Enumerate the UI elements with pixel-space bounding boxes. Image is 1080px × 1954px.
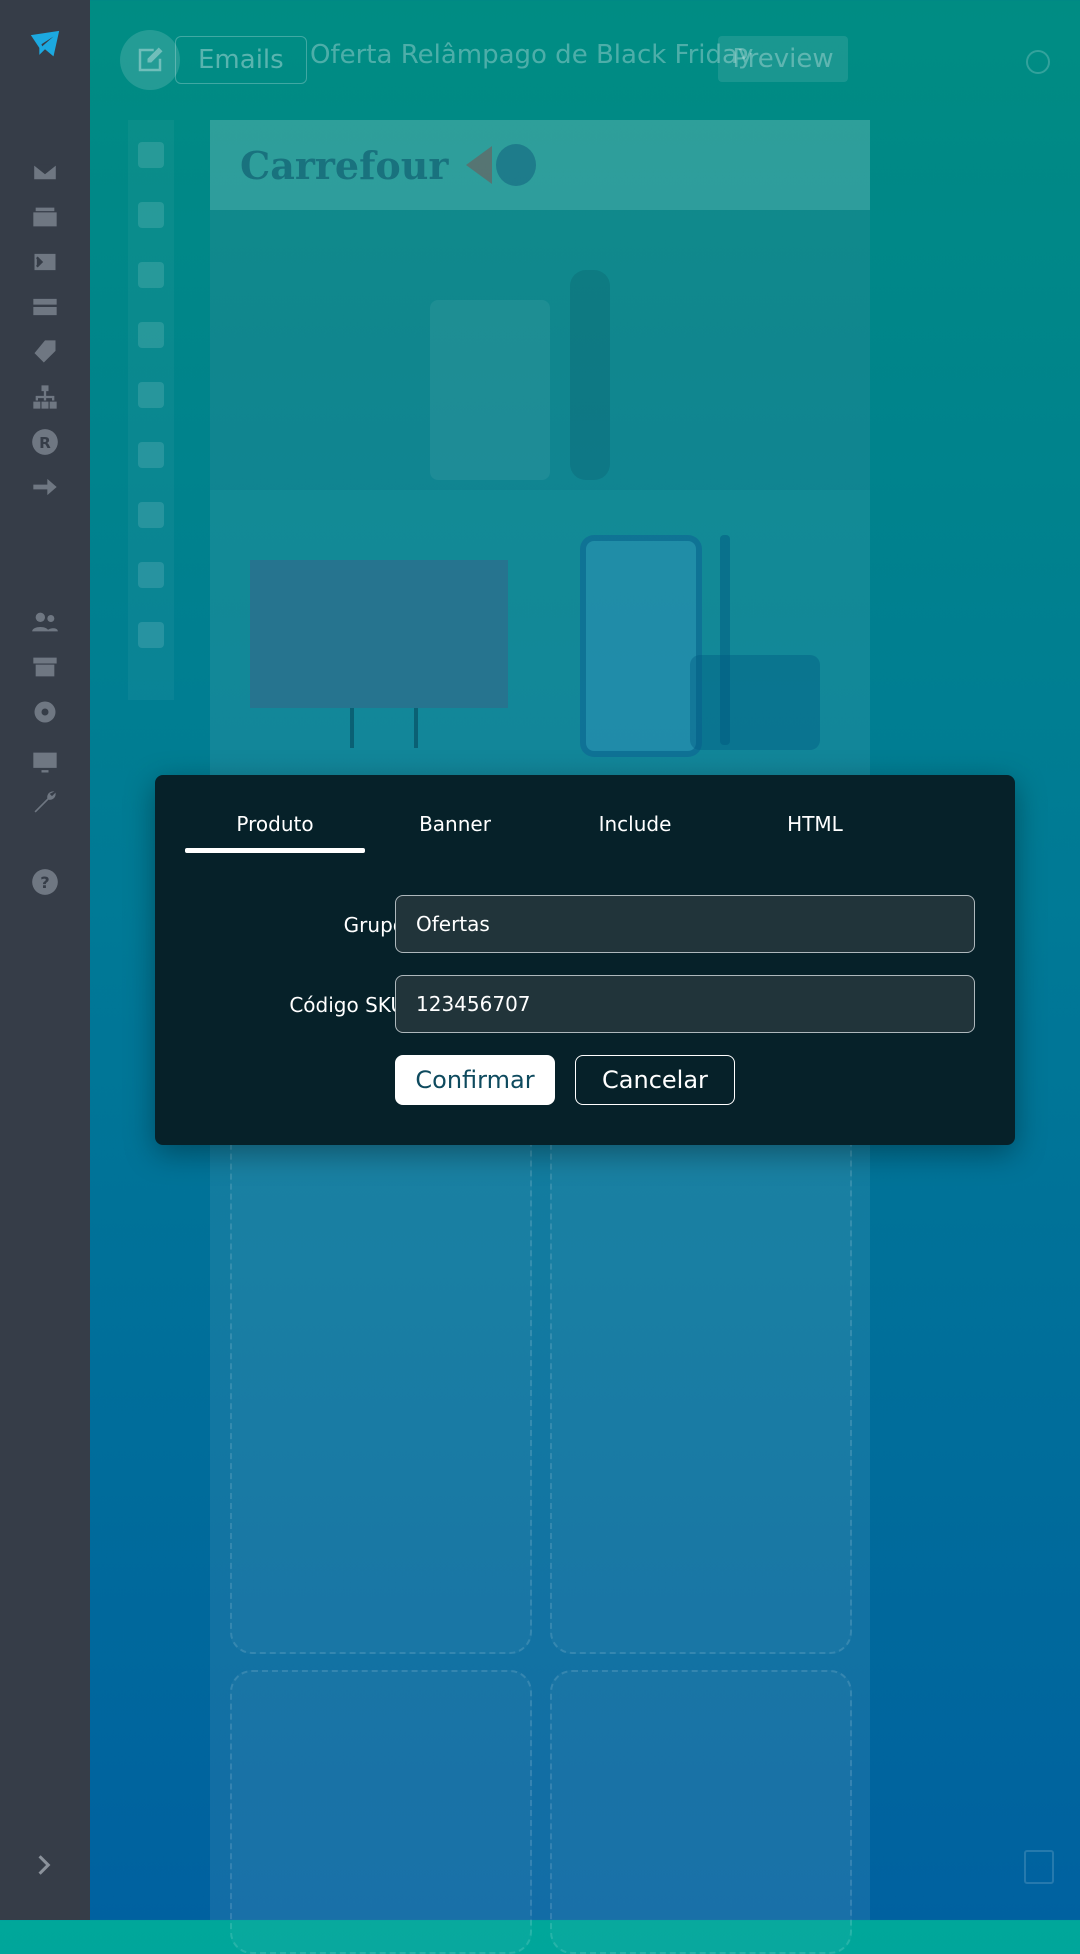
brand-logo: Carrefour — [240, 142, 449, 188]
mail-icon[interactable] — [28, 155, 62, 189]
cloud-icon — [138, 322, 164, 348]
app-sidebar: R ? — [0, 0, 90, 1920]
tab-banner[interactable]: Banner — [365, 803, 545, 853]
hero-figure — [430, 300, 550, 480]
page-title: Oferta Relâmpago de Black Friday — [310, 40, 754, 70]
trash-icon — [1024, 1850, 1054, 1884]
download-icon — [138, 262, 164, 288]
envelope-icon — [138, 382, 164, 408]
tab-produto[interactable]: Produto — [185, 803, 365, 853]
confirm-button[interactable]: Confirmar — [395, 1055, 555, 1105]
sku-label: Código SKU — [289, 993, 405, 1017]
modal-tabs: Produto Banner Include HTML — [185, 803, 905, 853]
code-icon — [138, 562, 164, 588]
insert-block-modal: Produto Banner Include HTML Grupo Código… — [155, 775, 1015, 1145]
product-image-phone — [580, 535, 702, 757]
block-toolbar — [128, 120, 174, 700]
redirect-icon[interactable] — [28, 470, 62, 504]
sku-input[interactable] — [395, 975, 975, 1033]
gear-icon[interactable] — [28, 695, 62, 729]
grupo-input[interactable] — [395, 895, 975, 953]
mobile-icon — [138, 502, 164, 528]
status-icon — [1026, 50, 1050, 74]
product-slot — [550, 1080, 852, 1654]
brand-mark-icon — [466, 142, 537, 188]
store-icon[interactable] — [28, 650, 62, 684]
monitor-icon[interactable] — [28, 745, 62, 779]
logo-icon[interactable] — [28, 28, 62, 62]
tab-html[interactable]: HTML — [725, 803, 905, 853]
registered-icon[interactable]: R — [28, 425, 62, 459]
sitemap-icon[interactable] — [28, 380, 62, 414]
preview-button: Preview — [718, 36, 848, 82]
product-slot — [550, 1670, 852, 1954]
refresh-icon — [138, 202, 164, 228]
hero-figure — [570, 270, 610, 480]
product-image-tv — [250, 560, 508, 708]
product-slot — [230, 1080, 532, 1654]
terminal-icon[interactable] — [28, 245, 62, 279]
camera-icon — [138, 622, 164, 648]
drop-icon — [138, 142, 164, 168]
cancel-button[interactable]: Cancelar — [575, 1055, 735, 1105]
hero-banner — [210, 210, 870, 490]
svg-text:?: ? — [40, 873, 49, 892]
product-slot — [230, 1670, 532, 1954]
edit-icon — [120, 30, 180, 90]
desktop-icon — [138, 442, 164, 468]
email-header: Carrefour — [210, 120, 870, 210]
layout-icon[interactable] — [28, 290, 62, 324]
tag-icon[interactable] — [28, 335, 62, 369]
mail-settings-icon[interactable] — [28, 200, 62, 234]
wrench-icon[interactable] — [28, 785, 62, 819]
chevron-right-icon[interactable] — [32, 1852, 58, 1878]
breadcrumb-emails: Emails — [175, 36, 307, 84]
svg-text:R: R — [39, 434, 51, 452]
product-image-phone-back — [690, 655, 820, 750]
tab-include[interactable]: Include — [545, 803, 725, 853]
product-image-tv-stand — [350, 708, 418, 748]
users-icon[interactable] — [28, 605, 62, 639]
help-icon[interactable]: ? — [28, 865, 62, 899]
